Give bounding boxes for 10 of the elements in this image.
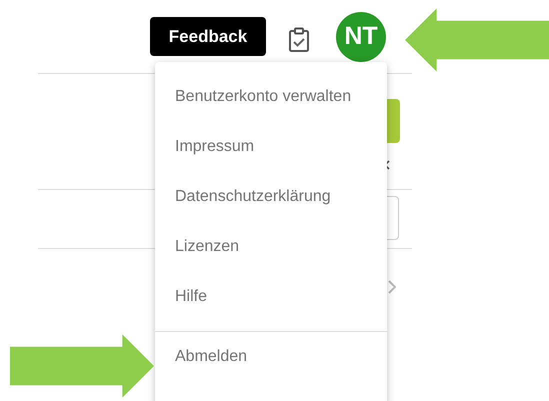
- menu-item[interactable]: Datenschutzerklärung: [155, 172, 387, 222]
- clipboard-check-icon[interactable]: [288, 26, 310, 52]
- menu-item[interactable]: Abmelden: [155, 332, 387, 382]
- menu-item[interactable]: Benutzerkonto verwalten: [155, 72, 387, 122]
- menu-item[interactable]: Impressum: [155, 122, 387, 172]
- user-avatar[interactable]: NT: [336, 12, 386, 62]
- menu-item[interactable]: Hilfe: [155, 272, 387, 322]
- feedback-button[interactable]: Feedback: [150, 17, 266, 56]
- chevron-right-icon: [388, 280, 396, 294]
- menu-item[interactable]: Lizenzen: [155, 222, 387, 272]
